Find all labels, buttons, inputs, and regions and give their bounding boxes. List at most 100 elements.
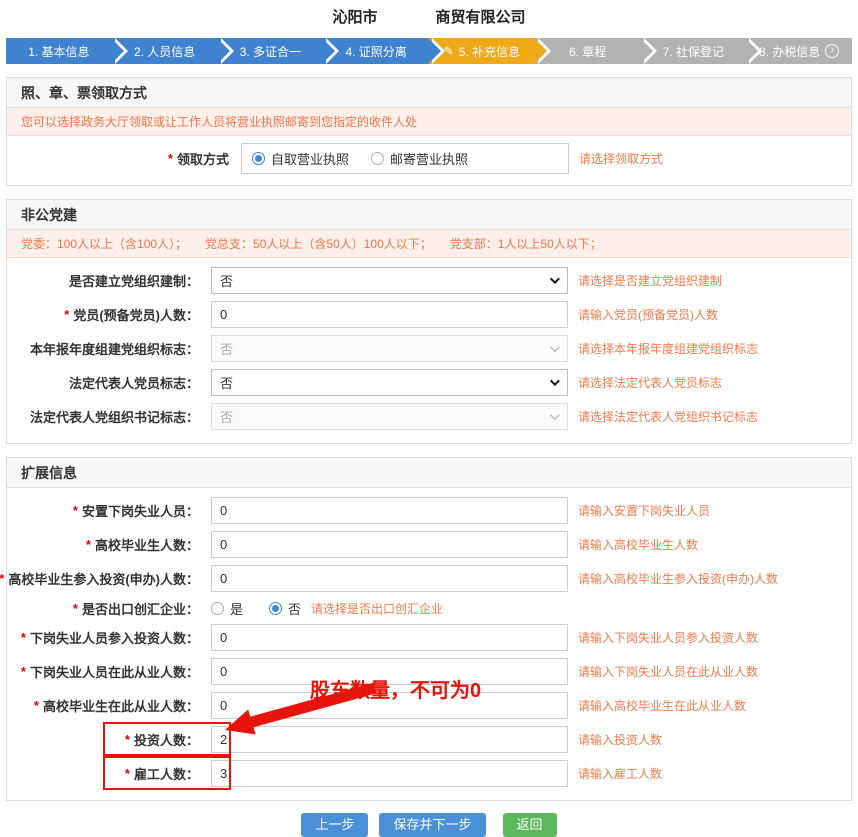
radio-group: 自取营业执照 邮寄营业执照 xyxy=(241,143,569,174)
step-label: 2. 人员信息 xyxy=(134,43,195,60)
text-input[interactable] xyxy=(211,565,568,592)
hint-text: 请选择法定代表人党员标志 xyxy=(578,374,722,391)
form-row: *高校毕业生参入投资(申办)人数：请输入高校毕业生参入投资(申办)人数 xyxy=(7,565,851,592)
text-input[interactable] xyxy=(211,301,568,328)
required-asterisk: * xyxy=(0,571,4,586)
text-input[interactable] xyxy=(211,726,568,753)
radio-selected-icon[interactable] xyxy=(269,602,282,615)
select-value: 否 xyxy=(220,407,233,426)
field-label-text: 雇工人数： xyxy=(134,764,199,783)
select-input[interactable]: 否 xyxy=(211,267,568,294)
radio-option[interactable]: 是 xyxy=(211,599,243,618)
form-row: *是否出口创汇企业：是否请选择是否出口创汇企业 xyxy=(7,599,851,617)
form-row: *雇工人数：请输入雇工人数 xyxy=(7,760,851,787)
field-control xyxy=(211,497,568,524)
step-label: 5. 补充信息 xyxy=(459,43,520,60)
section-title: 扩展信息 xyxy=(7,458,851,488)
radio-selected-icon[interactable] xyxy=(252,152,265,165)
required-asterisk: * xyxy=(125,732,130,747)
section-note: 党委：100人以上（含100人）； 党总支：50人以上（含50人）100人以下；… xyxy=(7,230,851,258)
radio-option[interactable]: 邮寄营业执照 xyxy=(371,149,468,168)
field-label-text: 高校毕业生人数： xyxy=(95,535,199,554)
field-control xyxy=(211,726,568,753)
required-asterisk: * xyxy=(21,664,26,679)
field-label: 本年报年度组建党组织标志： xyxy=(7,339,199,358)
chevron-down-icon xyxy=(550,410,560,420)
step-label: 3. 多证合一 xyxy=(240,43,301,60)
prev-step-button[interactable]: 上一步 xyxy=(301,813,368,837)
field-control: 是否 xyxy=(211,599,301,618)
field-label-text: 法定代表人党组织书记标志： xyxy=(30,407,199,426)
step-label: 8. 办税信息 xyxy=(759,43,820,60)
field-label-text: 高校毕业生参入投资(申办)人数： xyxy=(8,569,199,588)
field-label-text: 安置下岗失业人员： xyxy=(82,501,199,520)
field-label: * 高校毕业生人数： xyxy=(7,535,199,554)
page-title: 沁阳市商贸有限公司 xyxy=(0,0,858,28)
section-title: 照、章、票领取方式 xyxy=(7,78,851,108)
radio-option[interactable]: 否 xyxy=(269,599,301,618)
text-input[interactable] xyxy=(211,497,568,524)
hint-text: 请输入高校毕业生在此从业人数 xyxy=(578,697,746,714)
hint-text: 请输入投资人数 xyxy=(578,731,662,748)
company-name-prefix: 沁阳市 xyxy=(332,9,377,26)
field-label-text: 是否出口创汇企业： xyxy=(82,599,199,618)
chevron-down-icon xyxy=(550,376,560,386)
text-input[interactable] xyxy=(211,531,568,558)
form-row: 是否建立党组织建制：否请选择是否建立党组织建制 xyxy=(7,267,851,294)
hint-text: 请输入高校毕业生参入投资(申办)人数 xyxy=(578,570,778,587)
pencil-icon: ✎ xyxy=(444,44,454,58)
wizard-step-1[interactable]: 1. 基本信息 xyxy=(6,38,112,64)
form-row: *高校毕业生在此从业人数： 请输入高校毕业生在此从业人数 xyxy=(7,692,851,719)
field-label: *高校毕业生在此从业人数： xyxy=(7,696,199,715)
field-label-text: 本年报年度组建党组织标志： xyxy=(30,339,199,358)
form-row: *党员(预备党员)人数：请输入党员(预备党员)人数 xyxy=(7,301,851,328)
text-input[interactable] xyxy=(211,692,568,719)
field-control: 否 xyxy=(211,369,568,396)
field-label-text: 法定代表人党员标志： xyxy=(69,373,199,392)
save-and-next-button[interactable]: 保存并下一步 xyxy=(379,813,485,837)
step-label: 1. 基本信息 xyxy=(28,43,89,60)
section-1: 照、章、票领取方式您可以选择政务大厅领取或让工作人员将营业执照邮寄到您指定的收件… xyxy=(6,77,852,186)
select-input: 否 xyxy=(211,403,568,430)
text-input[interactable] xyxy=(211,658,568,685)
text-input[interactable] xyxy=(211,624,568,651)
radio-unselected-icon[interactable] xyxy=(211,602,224,615)
form-row: *高校毕业生人数：请输入高校毕业生人数 xyxy=(7,531,851,558)
required-asterisk: * xyxy=(73,601,78,616)
field-label-text: 高校毕业生在此从业人数： xyxy=(43,696,199,715)
required-asterisk: * xyxy=(125,766,130,781)
field-label: 法定代表人党员标志： xyxy=(7,373,199,392)
select-value: 否 xyxy=(220,271,233,290)
field-label: *领取方式 xyxy=(7,149,229,168)
form-row: * 下岗失业人员在此从业人数： 请输入下岗失业人员在此从业人数 xyxy=(7,658,851,685)
field-label-text: 党员(预备党员)人数： xyxy=(73,305,199,324)
field-control xyxy=(211,531,568,558)
field-control: 否 xyxy=(211,335,568,362)
section-3: 扩展信息*安置下岗失业人员：请输入安置下岗失业人员*高校毕业生人数：请输入高校毕… xyxy=(6,457,852,801)
select-value: 否 xyxy=(220,373,233,392)
hint-text: 请输入下岗失业人员在此从业人数 xyxy=(578,663,758,680)
radio-option-label: 自取营业执照 xyxy=(271,149,349,168)
required-asterisk: * xyxy=(21,630,26,645)
return-button[interactable]: 返回 xyxy=(503,813,557,837)
radio-unselected-icon[interactable] xyxy=(371,152,384,165)
hint-text: 请输入下岗失业人员参入投资人数 xyxy=(578,629,758,646)
select-input: 否 xyxy=(211,335,568,362)
field-label-text: 下岗失业人员在此从业人数： xyxy=(30,662,199,681)
chevron-down-icon xyxy=(550,342,560,352)
hint-text: 请输入党员(预备党员)人数 xyxy=(578,306,718,323)
select-input[interactable]: 否 xyxy=(211,369,568,396)
required-asterisk: * xyxy=(86,537,91,552)
form-row: *领取方式 自取营业执照 邮寄营业执照 请选择领取方式 xyxy=(7,145,851,172)
field-label: * 雇工人数： xyxy=(7,764,199,783)
section-note: 您可以选择政务大厅领取或让工作人员将营业执照邮寄到您指定的收件人处 xyxy=(7,108,851,136)
required-asterisk: * xyxy=(168,151,173,166)
step-bar: 1. 基本信息2. 人员信息3. 多证合一4. 证照分离✎5. 补充信息6. 章… xyxy=(6,38,852,64)
section-rows: 是否建立党组织建制：否请选择是否建立党组织建制*党员(预备党员)人数：请输入党员… xyxy=(7,258,851,443)
hint-text: 请选择领取方式 xyxy=(579,150,663,167)
text-input[interactable] xyxy=(211,760,568,787)
field-control xyxy=(211,624,568,651)
form-row: 本年报年度组建党组织标志：否请选择本年报年度组建党组织标志 xyxy=(7,335,851,362)
field-label: * 下岗失业人员在此从业人数： xyxy=(7,662,199,681)
radio-option[interactable]: 自取营业执照 xyxy=(252,149,349,168)
